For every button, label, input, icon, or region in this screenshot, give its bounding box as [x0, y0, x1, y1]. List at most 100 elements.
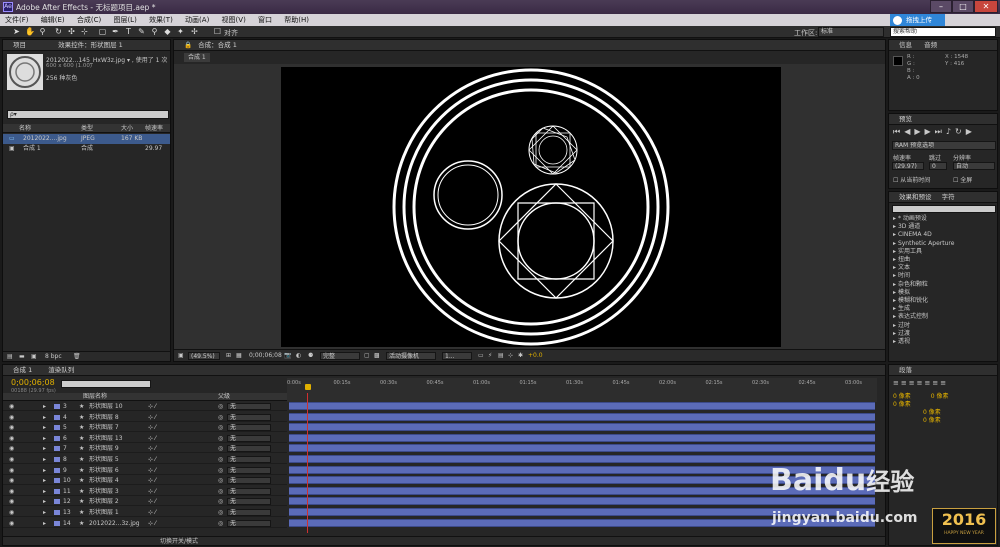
layer-switches[interactable]: ⊹ ⁄ [148, 423, 156, 432]
menu-file[interactable]: 文件(F) [0, 14, 34, 26]
preview-panel-header[interactable]: 预览 [889, 114, 997, 125]
layer-row[interactable]: ◉ ▸ 6 ★ 形状图层 13 ⊹ ⁄ ◎ 无 [3, 434, 287, 443]
expand-triangle-icon[interactable]: ▸ [893, 297, 896, 304]
layer-name[interactable]: 形状图层 5 [89, 455, 119, 464]
snapshot-icon[interactable]: 📷 [284, 350, 291, 362]
delete-icon[interactable]: 🗑 [73, 352, 81, 362]
project-item[interactable]: ▭ 2012022....jpg JPEG 167 KB [3, 134, 170, 144]
expand-triangle-icon[interactable]: ▸ [893, 272, 896, 279]
effects-category[interactable]: ▸ 扭曲 [893, 256, 954, 264]
space-before-field[interactable]: 0 像素 [923, 409, 941, 416]
roi-icon[interactable]: ▢ [364, 350, 370, 362]
play-icon[interactable]: ▶ [914, 127, 924, 136]
first-frame-icon[interactable]: ⏮ [893, 127, 904, 136]
layer-name[interactable]: 形状图层 9 [89, 444, 119, 453]
pickwhip-icon[interactable]: ◎ [218, 508, 223, 517]
tab-character[interactable]: 字符 [942, 193, 955, 201]
twirl-icon[interactable]: ▸ [43, 423, 46, 432]
expand-triangle-icon[interactable]: ▸ [893, 330, 896, 337]
zoom-select[interactable]: (49.5%) [188, 352, 220, 360]
pickwhip-icon[interactable]: ◎ [218, 497, 223, 506]
toggle-pixel-icon[interactable]: ▭ [478, 350, 484, 362]
label-color[interactable] [54, 446, 60, 452]
expand-triangle-icon[interactable]: ▸ [893, 256, 896, 263]
effects-category[interactable]: ▸ Synthetic Aperture [893, 240, 954, 248]
col-fps[interactable]: 帧速率 [145, 124, 163, 133]
exposure-value[interactable]: +0.0 [528, 350, 543, 362]
menu-effect[interactable]: 效果(T) [144, 14, 178, 26]
eye-icon[interactable]: ◉ [9, 476, 14, 485]
menu-layer[interactable]: 图层(L) [108, 14, 141, 26]
menu-composition[interactable]: 合成(C) [72, 14, 106, 26]
col-name[interactable]: 名称 [19, 124, 31, 133]
transparency-grid-icon[interactable]: ▩ [374, 350, 380, 362]
indent-first-field[interactable]: 0 像素 [893, 401, 911, 408]
eraser-tool-icon[interactable]: ◆ [163, 27, 172, 36]
effects-category[interactable]: ▸ * 动画预设 [893, 215, 954, 223]
expand-triangle-icon[interactable]: ▸ [893, 305, 896, 312]
label-color[interactable] [54, 467, 60, 473]
parent-select[interactable]: 无 [227, 424, 271, 432]
label-color[interactable] [54, 404, 60, 409]
layer-row[interactable]: ◉ ▸ 3 ★ 形状图层 10 ⊹ ⁄ ◎ 无 [3, 402, 287, 411]
paragraph-panel-header[interactable]: 段落 [889, 365, 997, 376]
label-color[interactable] [54, 510, 60, 515]
fullscreen-checkbox[interactable]: ☐ 全屏 [953, 175, 972, 184]
comp-canvas[interactable] [281, 67, 781, 347]
layer-switches[interactable]: ⊹ ⁄ [148, 413, 156, 422]
twirl-icon[interactable]: ▸ [43, 455, 46, 464]
maximize-button[interactable]: □ [952, 0, 974, 13]
layer-row[interactable]: ◉ ▸ 9 ★ 形状图层 6 ⊹ ⁄ ◎ 无 [3, 466, 287, 475]
effects-search-input[interactable] [892, 205, 996, 213]
layer-row[interactable]: ◉ ▸ 14 ★ 2012022...3z.jpg ⊹ ⁄ ◎ 无 [3, 519, 287, 528]
eye-icon[interactable]: ◉ [9, 455, 14, 464]
layer-name[interactable]: 形状图层 7 [89, 423, 119, 432]
expand-triangle-icon[interactable]: ▸ [893, 215, 896, 222]
effects-category[interactable]: ▸ 模糊和锐化 [893, 297, 954, 305]
expand-triangle-icon[interactable]: ▸ [893, 338, 896, 345]
label-color[interactable] [54, 457, 60, 462]
tab-composition[interactable]: 合成：合成 1 [198, 41, 237, 49]
twirl-icon[interactable]: ▸ [43, 413, 46, 422]
align-center-icon[interactable]: ≡ [901, 379, 909, 387]
label-color[interactable] [54, 478, 60, 484]
twirl-icon[interactable]: ▸ [43, 402, 46, 411]
parent-select[interactable]: 无 [227, 434, 271, 442]
pickwhip-icon[interactable]: ◎ [218, 413, 223, 422]
next-frame-icon[interactable]: ▶ [925, 127, 935, 136]
show-snapshot-icon[interactable]: ◐ [296, 350, 301, 362]
flowchart-icon[interactable]: ⊹ [508, 350, 513, 362]
layer-name[interactable]: 形状图层 13 [89, 434, 123, 443]
snap-checkbox[interactable]: ☐ [213, 27, 222, 36]
layer-name[interactable]: 形状图层 1 [89, 508, 119, 517]
new-folder-icon[interactable]: ▬ [19, 352, 25, 362]
layer-name[interactable]: 形状图层 3 [89, 487, 119, 496]
layer-switches[interactable]: ⊹ ⁄ [148, 487, 156, 496]
always-preview-icon[interactable]: ▣ [178, 350, 184, 362]
comp-sub-tab[interactable]: 合成 1 [184, 53, 210, 62]
layer-row[interactable]: ◉ ▸ 4 ★ 形状图层 8 ⊹ ⁄ ◎ 无 [3, 413, 287, 422]
bpc-button[interactable]: 8 bpc [45, 352, 62, 362]
layer-switches[interactable]: ⊹ ⁄ [148, 476, 156, 485]
eye-icon[interactable]: ◉ [9, 444, 14, 453]
eye-icon[interactable]: ◉ [9, 434, 14, 443]
parent-select[interactable]: 无 [227, 445, 271, 453]
viewer-timecode[interactable]: 0;00;06;08 [249, 350, 282, 362]
label-color[interactable] [54, 520, 60, 526]
menu-view[interactable]: 视图(V) [217, 14, 251, 26]
parent-select[interactable]: 无 [227, 466, 271, 474]
tab-render-queue[interactable]: 渲染队列 [48, 366, 74, 374]
twirl-icon[interactable]: ▸ [43, 487, 46, 496]
clone-tool-icon[interactable]: ⚲ [150, 27, 159, 36]
pickwhip-icon[interactable]: ◎ [218, 476, 223, 485]
layer-row[interactable]: ◉ ▸ 11 ★ 形状图层 3 ⊹ ⁄ ◎ 无 [3, 487, 287, 496]
label-color[interactable] [54, 435, 60, 441]
layer-row[interactable]: ◉ ▸ 8 ★ 形状图层 5 ⊹ ⁄ ◎ 无 [3, 455, 287, 464]
parent-select[interactable]: 无 [227, 487, 271, 495]
time-ruler[interactable]: 0:00s 00:15s 00:30s 00:45s 01:00s 01:15s 01:30… [287, 378, 877, 402]
twirl-icon[interactable]: ▸ [43, 434, 46, 443]
toggle-switches-modes[interactable]: 切换开关/模式 [160, 537, 198, 546]
parent-select[interactable]: 无 [227, 498, 271, 506]
prev-frame-icon[interactable]: ◀ [904, 127, 914, 136]
rectangle-tool-icon[interactable]: ▢ [98, 27, 107, 36]
